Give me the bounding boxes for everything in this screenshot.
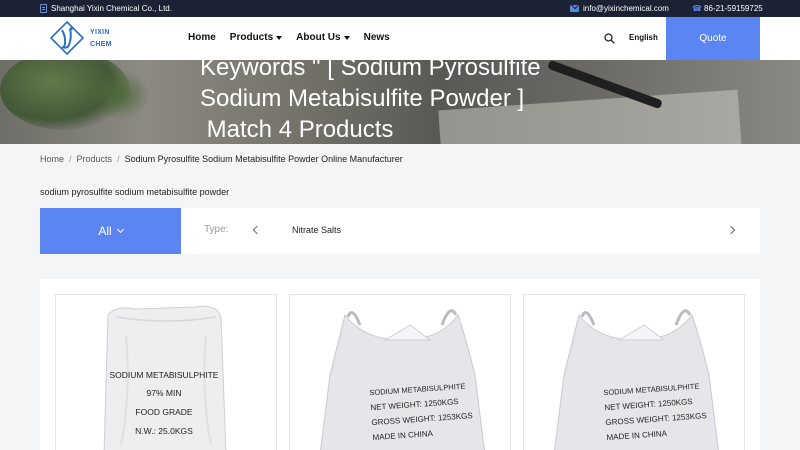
hero-line-2: Sodium Metabisulfite Powder ]: [200, 85, 525, 112]
nav-label: News: [363, 32, 390, 43]
breadcrumb-current: Sodium Pyrosulfite Sodium Metabisulfite …: [124, 154, 403, 164]
nav-item-news[interactable]: News: [364, 32, 390, 43]
search-keywords-heading: Keywords " [ Sodium Pyrosulfite Sodium M…: [200, 60, 541, 144]
logo-line-2: CHEM: [90, 41, 112, 48]
plant-decoration-2: [90, 70, 150, 120]
nav-item-products[interactable]: Products: [229, 32, 283, 43]
caret-down-icon: [276, 35, 283, 40]
keyword-text: sodium pyrosulfite sodium metabisulfite …: [40, 187, 230, 197]
company-info: Shanghai Yixin Chemical Co., Ltd.: [40, 4, 172, 13]
hero-banner: Keywords " [ Sodium Pyrosulfite Sodium M…: [0, 60, 800, 144]
type-label: Type:: [204, 224, 229, 235]
bag-label-2: 97% MIN: [147, 388, 182, 398]
breadcrumb-separator: /: [69, 154, 72, 164]
bag-label-3: FOOD GRADE: [135, 407, 192, 417]
nav-label: Home: [188, 32, 216, 43]
site-header: YIXIN CHEM Home Products About Us News E…: [0, 17, 800, 60]
hero-line-1: Keywords " [ Sodium Pyrosulfite: [200, 60, 541, 81]
filter-bar: All Type: Nitrate Salts: [40, 208, 760, 254]
product-image[interactable]: SODIUM METABISULPHITE NET WEIGHT: 1250KG…: [524, 295, 745, 450]
company-name: Shanghai Yixin Chemical Co., Ltd.: [51, 4, 172, 13]
all-categories-button[interactable]: All: [40, 208, 181, 254]
hero-line-3: Match 4 Products: [200, 116, 394, 143]
phone-contact[interactable]: ☎ 86-21-59159725: [692, 4, 763, 13]
bag-label-4: N.W.: 25.0KGS: [135, 426, 193, 436]
nav-label: Products: [229, 32, 274, 43]
breadcrumb-separator: /: [117, 154, 120, 164]
caret-down-icon: [343, 35, 350, 40]
document-icon: [40, 4, 47, 13]
product-image[interactable]: SODIUM METABISULPHITE NET WEIGHT: 1250KG…: [290, 295, 511, 450]
breadcrumb-home[interactable]: Home: [40, 154, 64, 164]
product-image[interactable]: SODIUM METABISULPHITE 97% MIN FOOD GRADE…: [56, 295, 277, 450]
nav-label: About Us: [296, 32, 341, 43]
company-logo[interactable]: [50, 21, 84, 55]
phone-number[interactable]: 86-21-59159725: [704, 4, 763, 13]
phone-icon: ☎: [692, 3, 702, 13]
email-contact[interactable]: info@yixinchemical.com: [570, 4, 669, 13]
search-icon[interactable]: [604, 33, 615, 44]
email-link[interactable]: info@yixinchemical.com: [583, 4, 669, 13]
product-grid: SODIUM METABISULPHITE 97% MIN FOOD GRADE…: [40, 279, 760, 450]
mail-icon: [570, 5, 579, 12]
nav-item-about-us[interactable]: About Us: [296, 32, 350, 43]
product-card[interactable]: SODIUM METABISULPHITE NET WEIGHT: 1250KG…: [523, 294, 745, 450]
breadcrumb-products[interactable]: Products: [77, 154, 113, 164]
type-option[interactable]: Nitrate Salts: [292, 225, 341, 235]
nav-item-home[interactable]: Home: [188, 32, 216, 43]
product-card[interactable]: SODIUM METABISULPHITE NET WEIGHT: 1250KG…: [289, 294, 511, 450]
main-nav: Home Products About Us News: [188, 32, 404, 43]
all-label: All: [98, 224, 112, 238]
quote-button[interactable]: Quote: [666, 17, 760, 60]
product-card[interactable]: SODIUM METABISULPHITE 97% MIN FOOD GRADE…: [55, 294, 277, 450]
bag-label-1: SODIUM METABISULPHITE: [110, 370, 219, 380]
chevron-left-icon[interactable]: [252, 225, 262, 235]
top-info-bar: Shanghai Yixin Chemical Co., Ltd. info@y…: [0, 0, 800, 17]
logo-line-1: YIXIN: [90, 29, 110, 36]
language-selector[interactable]: English: [629, 33, 658, 42]
logo-text: YIXIN CHEM: [90, 27, 112, 51]
breadcrumb: Home / Products / Sodium Pyrosulfite Sod…: [40, 154, 403, 164]
chevron-right-icon[interactable]: [726, 225, 736, 235]
chevron-down-icon: [116, 225, 124, 234]
